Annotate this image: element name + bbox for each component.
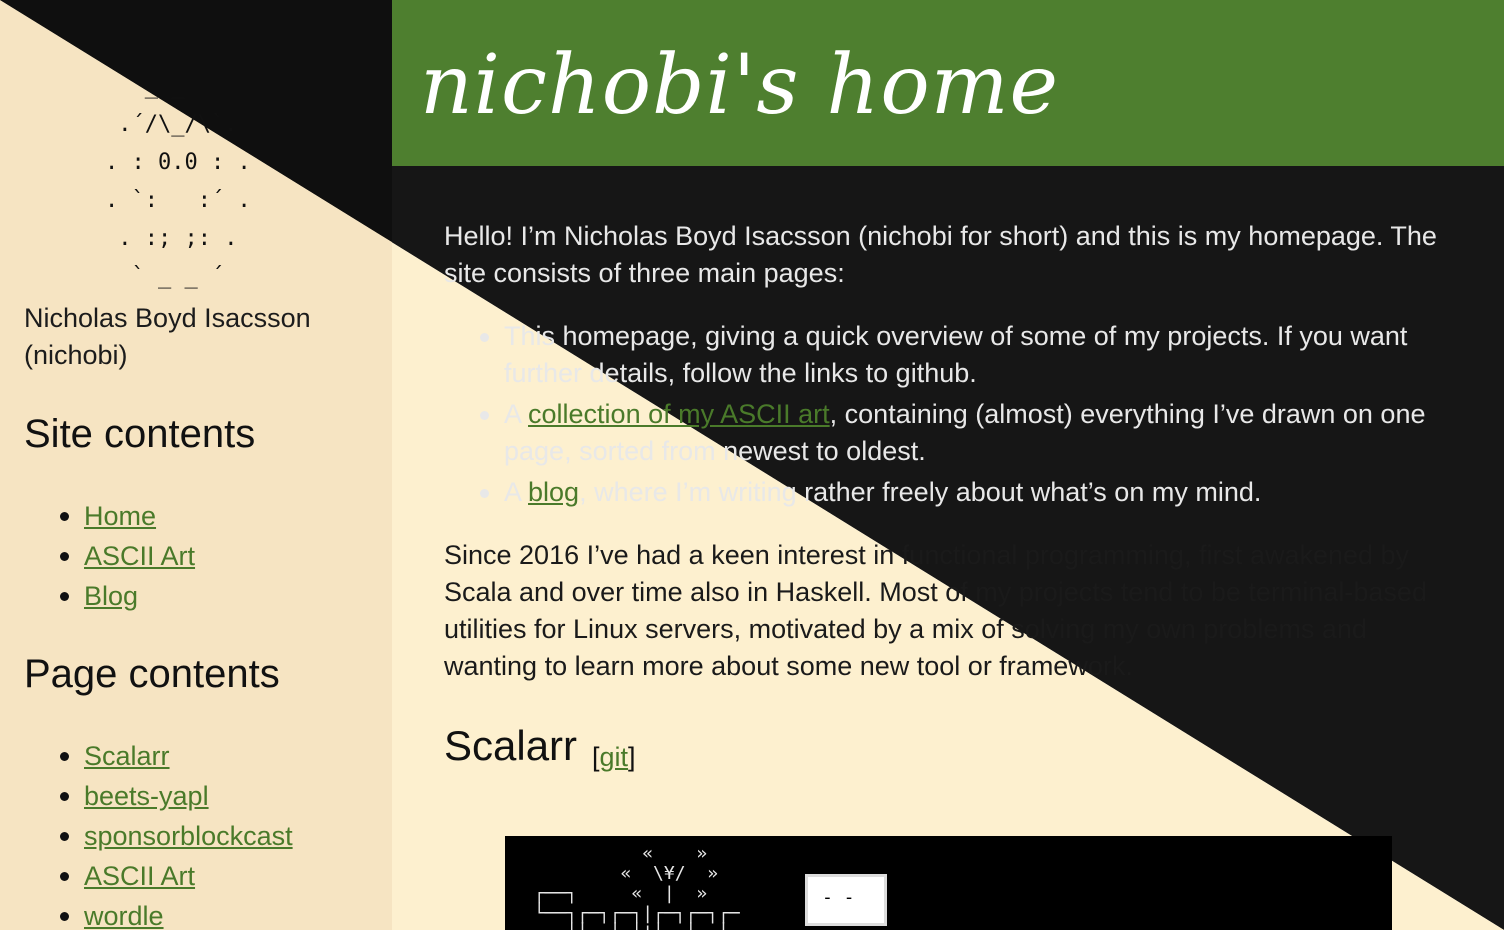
main-content: Hello! I’m Nicholas Boyd Isacsson (nicho… bbox=[444, 218, 1464, 685]
scalarr-banner-image: « » « \¥/ » ┌──┐ « | » └──┐┌─┐┌─┐|┌─┐┌─┐… bbox=[505, 836, 1392, 930]
list-item: ASCII Art bbox=[60, 856, 293, 896]
list-item-text: A bbox=[504, 477, 529, 507]
toc-link-wordle[interactable]: wordle bbox=[84, 901, 164, 931]
interests-paragraph: Since 2016 I’ve had a keen interest in f… bbox=[444, 540, 1427, 681]
bracket-close: ] bbox=[628, 742, 636, 772]
site-contents-list: Home ASCII Art Blog bbox=[60, 496, 195, 616]
list-item: beets-yapl bbox=[60, 776, 293, 816]
bracket-open: [ bbox=[592, 742, 600, 772]
blog-link[interactable]: blog bbox=[528, 477, 579, 507]
list-item: sponsorblockcast bbox=[60, 816, 293, 856]
list-item-text: A bbox=[504, 399, 529, 429]
list-item-text: , where I’m writing rather freely about … bbox=[579, 477, 1262, 507]
nav-link-home[interactable]: Home bbox=[84, 501, 156, 531]
tv-face: - - bbox=[822, 887, 855, 908]
list-item: ASCII Art bbox=[60, 536, 195, 576]
ascii-art-collection-link[interactable]: collection of my ASCII art bbox=[528, 399, 830, 429]
list-item-text: This homepage, giving a quick overview o… bbox=[504, 321, 1408, 388]
page-contents-heading: Page contents bbox=[24, 652, 280, 696]
list-item: Home bbox=[60, 496, 195, 536]
sidebar: _ _ .´/\_/\`. . : 0.0 : . . `: :´ . . :;… bbox=[0, 0, 392, 931]
toc-link-sponsorblockcast[interactable]: sponsorblockcast bbox=[84, 821, 293, 851]
nav-link-ascii-art[interactable]: ASCII Art bbox=[84, 541, 195, 571]
intro-paragraph: Hello! I’m Nicholas Boyd Isacsson (nicho… bbox=[444, 221, 1437, 288]
cat-ascii-logo: _ _ .´/\_/\`. . : 0.0 : . . `: :´ . . :;… bbox=[105, 74, 251, 289]
author-name: Nicholas Boyd Isacsson (nichobi) bbox=[24, 303, 311, 370]
page-contents-list: Scalarr beets-yapl sponsorblockcast ASCI… bbox=[60, 736, 293, 936]
list-item: A collection of my ASCII art, containing… bbox=[444, 396, 1464, 470]
toc-link-scalarr[interactable]: Scalarr bbox=[84, 741, 170, 771]
site-contents-heading: Site contents bbox=[24, 412, 256, 456]
scalarr-ascii-logo: « » « \¥/ » ┌──┐ « | » └──┐┌─┐┌─┐|┌─┐┌─┐… bbox=[533, 843, 740, 931]
site-title: nichobi's home bbox=[420, 38, 1060, 133]
list-item: Scalarr bbox=[60, 736, 293, 776]
git-link-wrapper: [git] bbox=[592, 742, 636, 773]
main-pages-list: This homepage, giving a quick overview o… bbox=[444, 318, 1464, 511]
scalarr-git-link[interactable]: git bbox=[600, 742, 629, 772]
tv-icon: - - bbox=[805, 874, 887, 926]
toc-link-ascii-art[interactable]: ASCII Art bbox=[84, 861, 195, 891]
nav-link-blog[interactable]: Blog bbox=[84, 581, 138, 611]
section-title-scalarr: Scalarr bbox=[444, 722, 578, 769]
list-item: A blog, where I’m writing rather freely … bbox=[444, 474, 1464, 511]
toc-link-beets-yapl[interactable]: beets-yapl bbox=[84, 781, 209, 811]
list-item: This homepage, giving a quick overview o… bbox=[444, 318, 1464, 392]
list-item: Blog bbox=[60, 576, 195, 616]
list-item: wordle bbox=[60, 896, 293, 936]
